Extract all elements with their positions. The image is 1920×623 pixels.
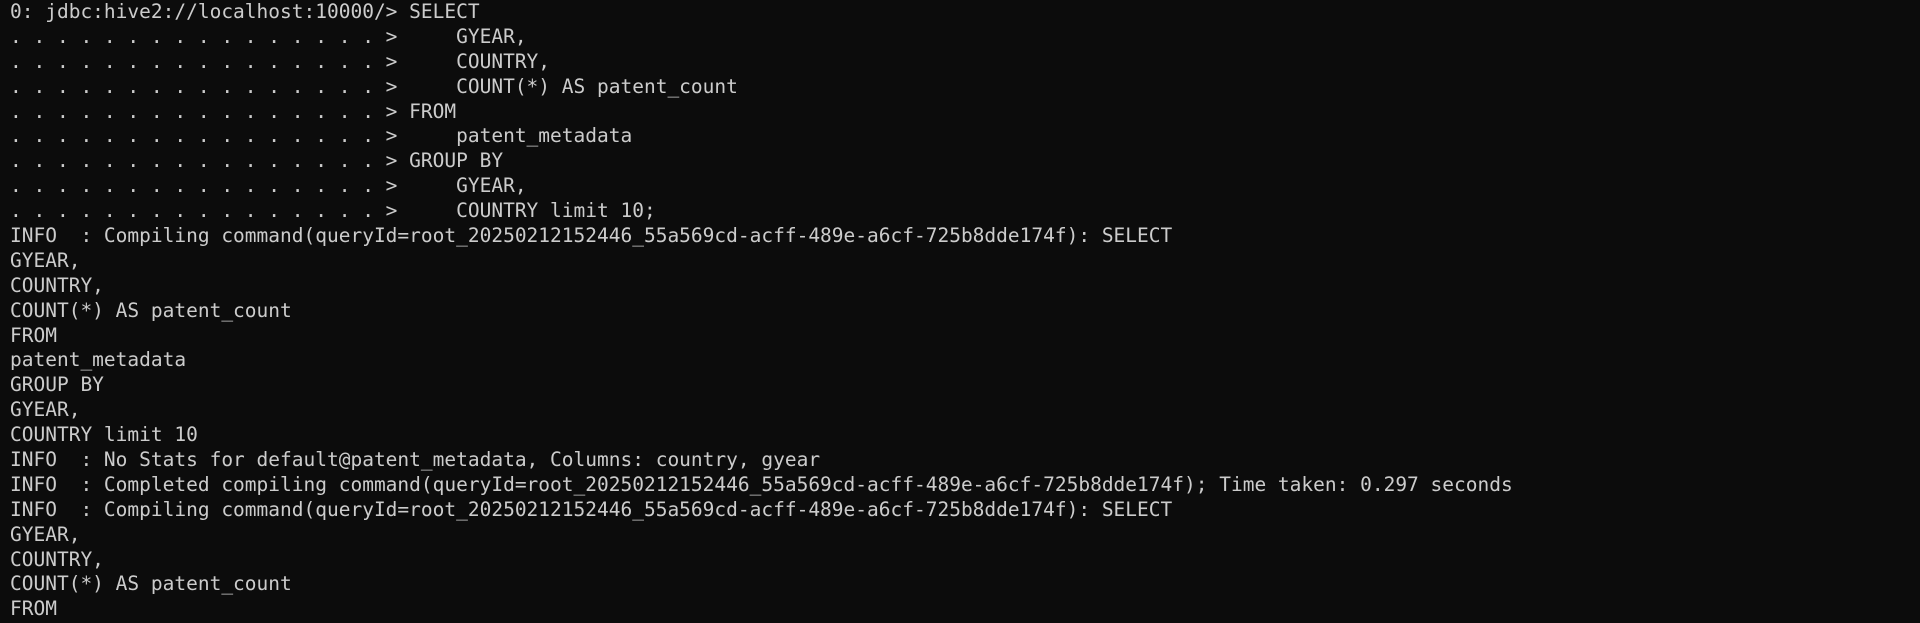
output-line: FROM xyxy=(10,323,57,347)
output-line: GYEAR, xyxy=(10,522,81,546)
output-line: GROUP BY xyxy=(10,373,104,397)
log-line: INFO : No Stats for default@patent_metad… xyxy=(10,448,821,472)
continuation-line: . . . . . . . . . . . . . . . . > patent… xyxy=(10,124,633,148)
terminal-window[interactable]: 0: jdbc:hive2://localhost:10000/> SELECT… xyxy=(0,0,1920,623)
output-line: COUNT(*) AS patent_count xyxy=(10,298,292,322)
continuation-line: . . . . . . . . . . . . . . . . > COUNT(… xyxy=(10,74,738,98)
terminal-output: 0: jdbc:hive2://localhost:10000/> SELECT… xyxy=(10,0,1920,622)
continuation-line: . . . . . . . . . . . . . . . . > GYEAR, xyxy=(10,174,527,198)
log-line: INFO : Compiling command(queryId=root_20… xyxy=(10,224,1173,248)
log-line: INFO : Compiling command(queryId=root_20… xyxy=(10,497,1173,521)
output-line: COUNTRY limit 10 xyxy=(10,423,198,447)
output-line: COUNT(*) AS patent_count xyxy=(10,572,292,596)
log-line: INFO : Completed compiling command(query… xyxy=(10,472,1513,496)
output-line: patent_metadata xyxy=(10,348,187,372)
continuation-line: . . . . . . . . . . . . . . . . > COUNTR… xyxy=(10,199,656,223)
continuation-line: . . . . . . . . . . . . . . . . > FROM xyxy=(10,99,457,123)
output-line: FROM xyxy=(10,597,57,621)
continuation-line: . . . . . . . . . . . . . . . . > GYEAR, xyxy=(10,24,527,48)
continuation-line: . . . . . . . . . . . . . . . . > COUNTR… xyxy=(10,49,551,73)
output-line: GYEAR, xyxy=(10,248,81,272)
output-line: COUNTRY, xyxy=(10,273,104,297)
output-line: GYEAR, xyxy=(10,398,81,422)
continuation-line: . . . . . . . . . . . . . . . . > GROUP … xyxy=(10,149,504,173)
prompt-line: 0: jdbc:hive2://localhost:10000/> SELECT xyxy=(10,0,480,23)
output-line: COUNTRY, xyxy=(10,547,104,571)
